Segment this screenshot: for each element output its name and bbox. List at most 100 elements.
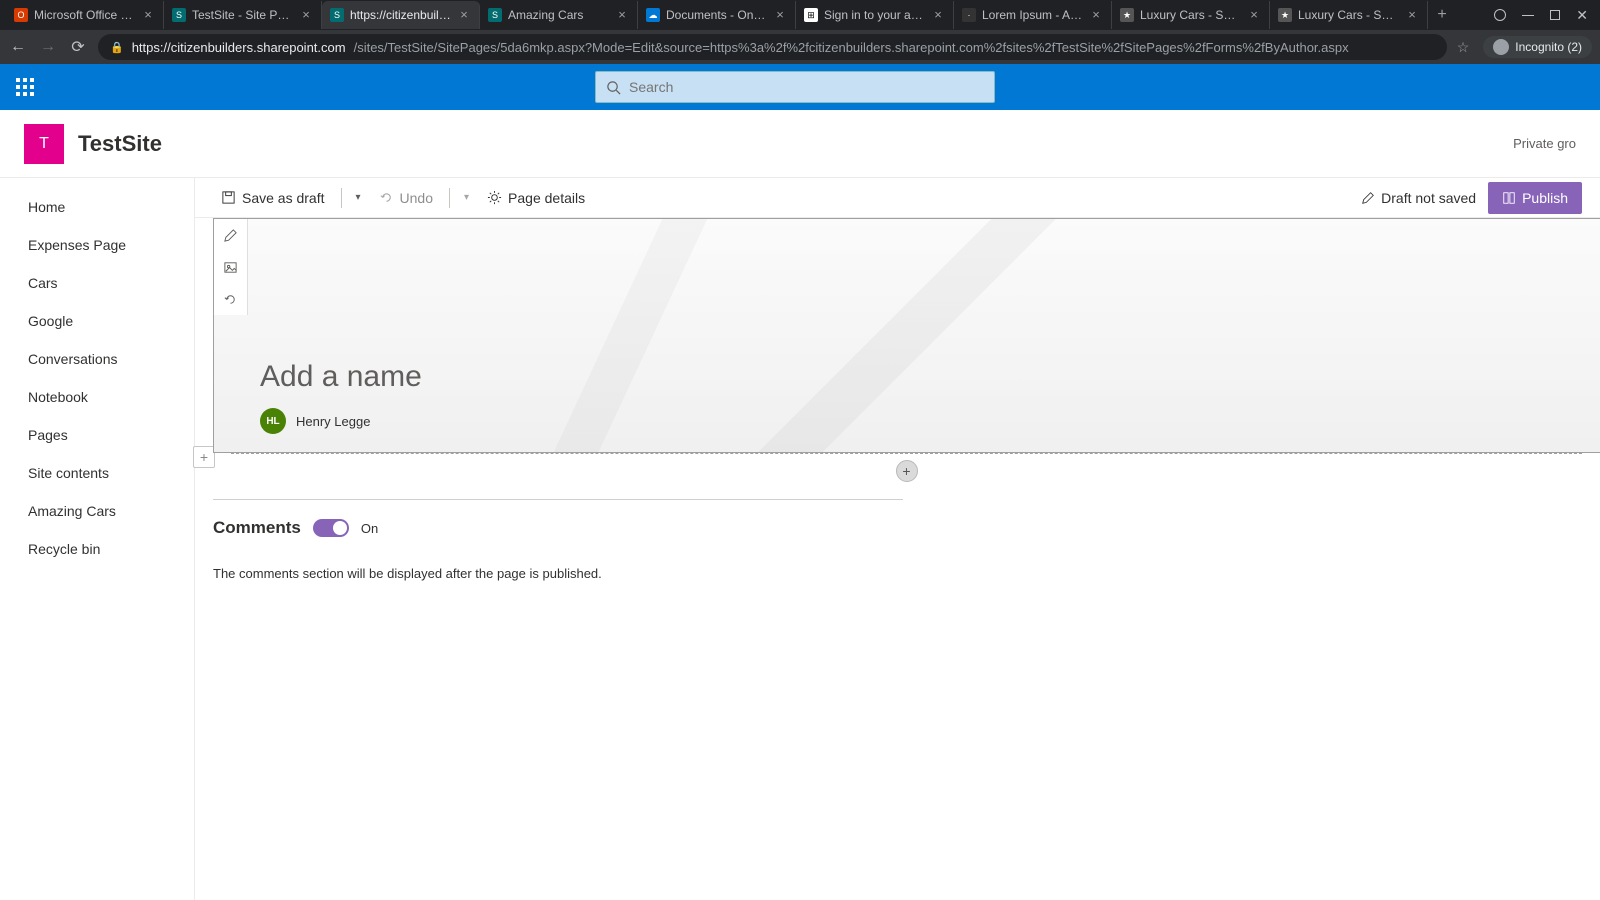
nav-item-home[interactable]: Home — [0, 188, 194, 226]
comments-block: Comments On The comments section will be… — [213, 518, 1582, 581]
browser-tab[interactable]: ★ Luxury Cars - Sedans, × — [1112, 1, 1270, 29]
url-field[interactable]: 🔒 https://citizenbuilders.sharepoint.com… — [98, 34, 1447, 60]
search-input[interactable] — [629, 79, 984, 95]
close-icon[interactable]: × — [773, 8, 787, 22]
favicon: ⊞ — [804, 8, 818, 22]
favicon: ★ — [1278, 8, 1292, 22]
publish-button[interactable]: Publish — [1488, 182, 1582, 214]
account-icon[interactable] — [1494, 9, 1506, 21]
edit-title-button[interactable] — [214, 219, 247, 251]
reset-title-button[interactable] — [214, 283, 247, 315]
browser-tab-active[interactable]: S https://citizenbuilders × — [322, 1, 480, 29]
close-icon[interactable]: × — [141, 8, 155, 22]
nav-item-cars[interactable]: Cars — [0, 264, 194, 302]
close-icon[interactable]: × — [1089, 8, 1103, 22]
comments-hint: The comments section will be displayed a… — [213, 566, 1582, 581]
close-icon[interactable]: × — [299, 8, 313, 22]
browser-tab[interactable]: O Microsoft Office Home × — [6, 1, 164, 29]
bookmark-icon[interactable]: ☆ — [1457, 39, 1470, 56]
browser-tab[interactable]: S TestSite - Site Pages - × — [164, 1, 322, 29]
change-image-button[interactable] — [214, 251, 247, 283]
nav-item-pages[interactable]: Pages — [0, 416, 194, 454]
new-tab-button[interactable]: + — [1428, 6, 1456, 24]
undo-button[interactable]: Undo — [371, 182, 441, 214]
browser-tab[interactable]: ⊞ Sign in to your accoun × — [796, 1, 954, 29]
tab-title: Documents - OneDriv — [666, 8, 767, 22]
author-name[interactable]: Henry Legge — [296, 414, 370, 429]
undo-label: Undo — [400, 190, 433, 206]
close-icon[interactable]: × — [1405, 8, 1419, 22]
browser-tab[interactable]: · Lorem Ipsum - All the × — [954, 1, 1112, 29]
publish-icon — [1502, 191, 1516, 205]
site-header: T TestSite Private gro — [0, 110, 1600, 178]
favicon: S — [172, 8, 186, 22]
save-as-draft-button[interactable]: Save as draft — [213, 182, 333, 214]
nav-item-recycle-bin[interactable]: Recycle bin — [0, 530, 194, 568]
publish-label: Publish — [1522, 190, 1568, 206]
browser-tab[interactable]: ☁ Documents - OneDriv × — [638, 1, 796, 29]
maximize-button[interactable] — [1550, 10, 1560, 20]
nav-item-conversations[interactable]: Conversations — [0, 340, 194, 378]
close-icon[interactable]: × — [1247, 8, 1261, 22]
tab-title: TestSite - Site Pages - — [192, 8, 293, 22]
minimize-button[interactable] — [1522, 15, 1534, 16]
close-icon[interactable]: × — [457, 8, 471, 22]
tab-title: Sign in to your accoun — [824, 8, 925, 22]
author-row: HL Henry Legge — [260, 408, 370, 434]
main-layout: Home Expenses Page Cars Google Conversat… — [0, 178, 1600, 900]
nav-item-site-contents[interactable]: Site contents — [0, 454, 194, 492]
image-icon — [223, 260, 238, 275]
nav-item-notebook[interactable]: Notebook — [0, 378, 194, 416]
site-logo[interactable]: T — [24, 124, 64, 164]
site-title[interactable]: TestSite — [78, 131, 162, 157]
tab-title: Luxury Cars - Sedans, — [1140, 8, 1241, 22]
page-details-button[interactable]: Page details — [479, 182, 593, 214]
add-section-button[interactable]: + — [193, 446, 215, 468]
url-path: /sites/TestSite/SitePages/5da6mkp.aspx?M… — [354, 40, 1349, 55]
back-button[interactable]: ← — [8, 38, 28, 56]
site-privacy-label: Private gro — [1513, 136, 1576, 151]
incognito-label: Incognito (2) — [1515, 40, 1582, 54]
suite-header — [0, 64, 1600, 110]
incognito-icon — [1493, 39, 1509, 55]
empty-section[interactable] — [213, 482, 903, 500]
reset-icon — [223, 292, 238, 307]
pencil-icon — [223, 228, 238, 243]
toggle-knob — [333, 521, 347, 535]
author-avatar[interactable]: HL — [260, 408, 286, 434]
undo-dropdown[interactable]: ▾ — [458, 192, 475, 203]
nav-item-amazing-cars[interactable]: Amazing Cars — [0, 492, 194, 530]
tab-title: Microsoft Office Home — [34, 8, 135, 22]
close-window-button[interactable]: ✕ — [1576, 7, 1588, 24]
save-dropdown[interactable]: ▾ — [350, 192, 367, 203]
forward-button[interactable]: → — [38, 38, 58, 56]
suite-search[interactable] — [595, 71, 995, 103]
close-icon[interactable]: × — [615, 8, 629, 22]
browser-tab[interactable]: S Amazing Cars × — [480, 1, 638, 29]
comments-toggle-label: On — [361, 521, 378, 536]
nav-item-google[interactable]: Google — [0, 302, 194, 340]
command-bar: Save as draft ▾ Undo ▾ Page details Draf… — [195, 178, 1600, 218]
left-navigation: Home Expenses Page Cars Google Conversat… — [0, 178, 195, 900]
address-bar: ← → ⟳ 🔒 https://citizenbuilders.sharepoi… — [0, 30, 1600, 64]
incognito-badge[interactable]: Incognito (2) — [1483, 36, 1592, 58]
favicon: S — [330, 8, 344, 22]
save-label: Save as draft — [242, 190, 325, 206]
pencil-icon — [1361, 191, 1375, 205]
comments-heading: Comments — [213, 518, 301, 538]
comments-toggle[interactable] — [313, 519, 349, 537]
tab-title: Amazing Cars — [508, 8, 609, 22]
work-area: Save as draft ▾ Undo ▾ Page details Draf… — [195, 178, 1600, 900]
separator — [341, 188, 342, 208]
app-launcher-icon[interactable] — [10, 72, 40, 102]
page-title-input[interactable]: Add a name — [260, 360, 422, 394]
title-area[interactable]: Add a name HL Henry Legge — [213, 218, 1600, 453]
search-icon — [606, 80, 621, 95]
browser-tab[interactable]: ★ Luxury Cars - Sedans, × — [1270, 1, 1428, 29]
close-icon[interactable]: × — [931, 8, 945, 22]
reload-button[interactable]: ⟳ — [68, 37, 88, 57]
url-host: https://citizenbuilders.sharepoint.com — [132, 40, 346, 55]
nav-item-expenses[interactable]: Expenses Page — [0, 226, 194, 264]
favicon: S — [488, 8, 502, 22]
add-webpart-button[interactable]: + — [896, 460, 918, 482]
